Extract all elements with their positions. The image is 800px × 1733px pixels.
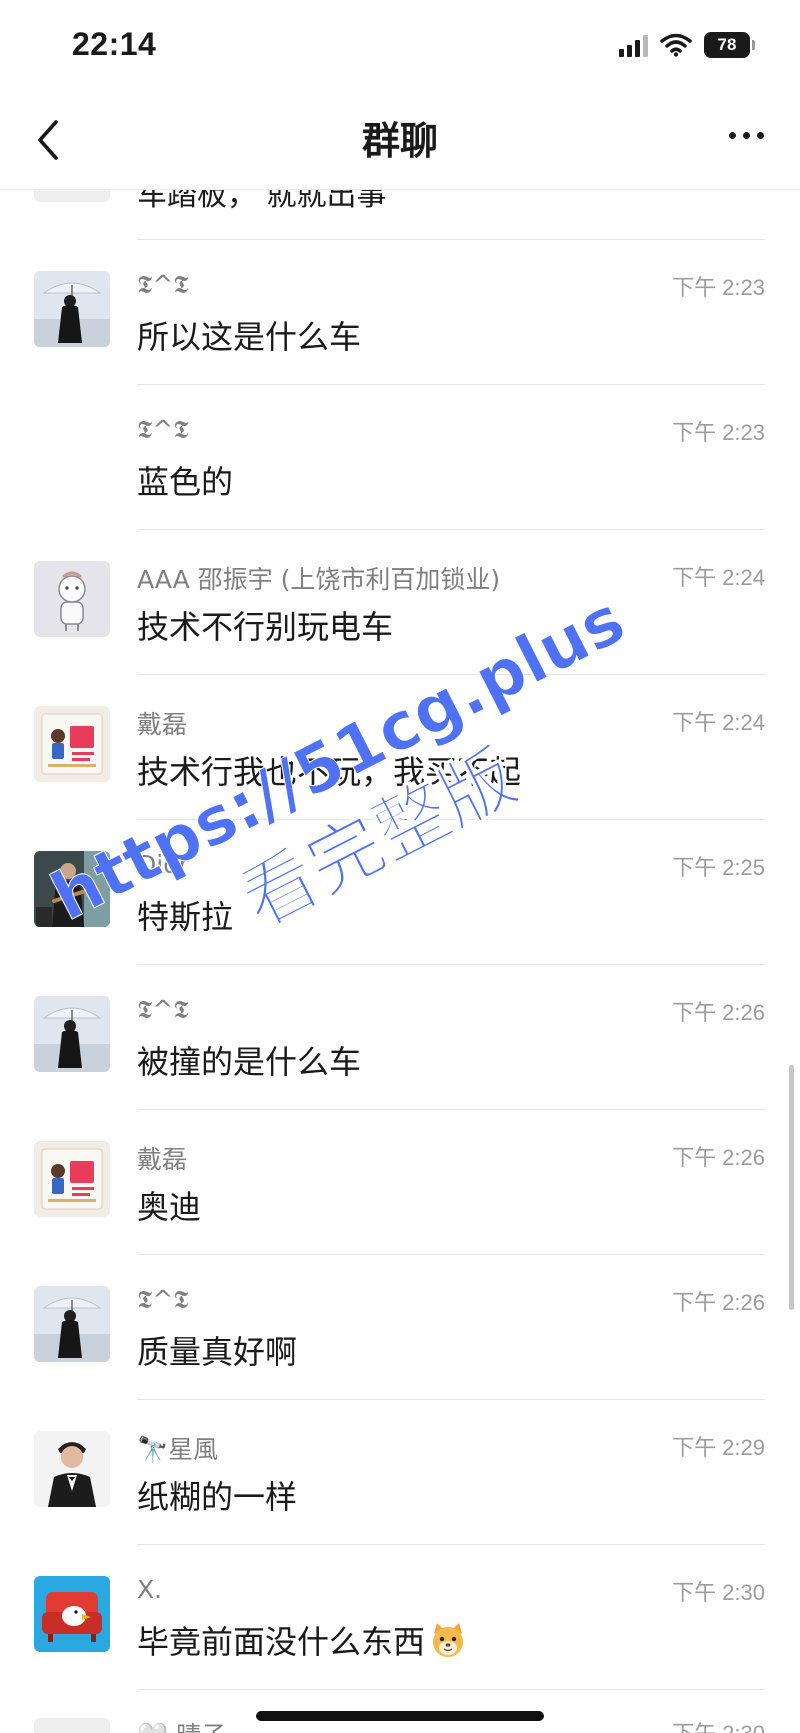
chat-screen: 22:14 78 群聊 车踏板， 就就出事 𝕿^𝕿 下午 2:23 所以这是什么车 𝕿… — [0, 0, 800, 1733]
sender-name: X. — [137, 1575, 163, 1604]
status-time: 22:14 — [72, 26, 157, 62]
message-list[interactable]: 车踏板， 就就出事 𝕿^𝕿 下午 2:23 所以这是什么车 𝕿^𝕿 下午 2:23 蓝色的… — [0, 150, 800, 1733]
message-time: 下午 2:30 — [672, 1716, 765, 1733]
message-time: 下午 2:26 — [672, 1000, 765, 1025]
message-bubble[interactable]: 特斯拉 — [137, 892, 233, 938]
message-time: 下午 2:24 — [672, 710, 765, 735]
sender-name: Dior — [137, 850, 189, 879]
message-bubble[interactable]: 奥迪 — [137, 1182, 201, 1228]
avatar-suit-man[interactable] — [34, 1431, 110, 1507]
message-time: 下午 2:26 — [672, 1290, 765, 1315]
message-time: 下午 2:30 — [672, 1580, 765, 1605]
message-bubble[interactable]: 被撞的是什么车 — [137, 1037, 361, 1083]
sender-name: 戴磊 — [137, 1145, 188, 1174]
avatar-umbrella-girl[interactable] — [34, 1286, 110, 1362]
sender-name: 🤍 晴子 — [137, 1716, 226, 1733]
message-time: 下午 2:23 — [672, 420, 765, 445]
message-row[interactable]: 戴磊 下午 2:24 技术行我也不玩，我买不起 — [0, 675, 800, 820]
battery-level: 78 — [717, 35, 737, 54]
battery-icon: 78 — [704, 32, 755, 58]
message-text: 质量真好啊 — [137, 1333, 298, 1371]
scrollbar[interactable] — [789, 1065, 794, 1310]
cellular-signal-icon — [619, 33, 648, 57]
avatar-umbrella-girl[interactable] — [34, 271, 110, 347]
message-row[interactable]: 𝕿^𝕿 下午 2:23 所以这是什么车 — [0, 240, 800, 385]
cat-face-icon — [433, 1623, 464, 1657]
message-time: 下午 2:24 — [672, 565, 765, 590]
message-bubble[interactable]: 技术不行别玩电车 — [137, 602, 393, 648]
message-time: 下午 2:26 — [672, 1145, 765, 1170]
message-bubble[interactable]: 所以这是什么车 — [137, 312, 361, 358]
avatar-dai-card[interactable] — [34, 706, 110, 782]
wifi-icon — [660, 33, 692, 57]
home-indicator[interactable] — [256, 1711, 544, 1721]
sender-name: 𝕿^𝕿 — [137, 415, 189, 444]
message-row[interactable]: Dior 下午 2:25 特斯拉 — [0, 820, 800, 965]
message-row[interactable]: 𝕿^𝕿 下午 2:23 蓝色的 — [0, 385, 800, 530]
message-bubble[interactable]: 蓝色的 — [137, 457, 233, 503]
page-title: 群聊 — [361, 119, 438, 163]
sender-name: 🔭星風 — [137, 1435, 219, 1464]
sender-name: AAA 邵振宇 (上饶市利百加锁业) — [137, 565, 501, 594]
message-text: 毕竟前面没什么东西 — [137, 1623, 426, 1661]
sender-name: 戴磊 — [137, 710, 188, 739]
message-bubble[interactable]: 技术行我也不玩，我买不起 — [137, 747, 521, 793]
sender-name: 𝕿^𝕿 — [137, 995, 189, 1024]
message-time: 下午 2:23 — [672, 275, 765, 300]
message-text: 所以这是什么车 — [137, 318, 362, 356]
sender-name: 𝕿^𝕿 — [137, 1285, 189, 1314]
more-options-icon[interactable] — [729, 132, 764, 139]
message-row[interactable]: 𝕿^𝕿 下午 2:26 被撞的是什么车 — [0, 965, 800, 1110]
message-bubble[interactable]: 毕竟前面没什么东西 — [137, 1617, 468, 1663]
message-text: 特斯拉 — [137, 898, 234, 936]
avatar-cartoon-boy[interactable] — [34, 561, 110, 637]
message-text: 纸糊的一样 — [137, 1478, 298, 1516]
message-bubble[interactable]: 质量真好啊 — [137, 1327, 297, 1373]
message-row[interactable]: 戴磊 下午 2:26 奥迪 — [0, 1110, 800, 1255]
message-text: 技术行我也不玩，我买不起 — [137, 753, 522, 791]
message-text: 奥迪 — [137, 1188, 202, 1226]
nav-bar: 群聊 — [0, 90, 800, 190]
message-time: 下午 2:25 — [672, 855, 765, 880]
avatar-red-sofa[interactable] — [34, 1576, 110, 1652]
message-time: 下午 2:29 — [672, 1435, 765, 1460]
avatar — [34, 1718, 110, 1733]
message-bubble[interactable]: 纸糊的一样 — [137, 1472, 297, 1518]
status-icons: 78 — [619, 30, 755, 60]
message-text: 蓝色的 — [137, 463, 234, 501]
message-text: 被撞的是什么车 — [137, 1043, 362, 1081]
message-row[interactable]: 🔭星風 下午 2:29 纸糊的一样 — [0, 1400, 800, 1545]
sender-name: 𝕿^𝕿 — [137, 270, 189, 299]
avatar-guitar-man[interactable] — [34, 851, 110, 927]
message-row[interactable]: X. 下午 2:30 毕竟前面没什么东西 — [0, 1545, 800, 1690]
message-text: 技术不行别玩电车 — [137, 608, 394, 646]
status-bar: 22:14 78 — [0, 0, 800, 90]
avatar-dai-card[interactable] — [34, 1141, 110, 1217]
message-row[interactable]: 𝕿^𝕿 下午 2:26 质量真好啊 — [0, 1255, 800, 1400]
message-row[interactable]: AAA 邵振宇 (上饶市利百加锁业) 下午 2:24 技术不行别玩电车 — [0, 530, 800, 675]
avatar-umbrella-girl[interactable] — [34, 996, 110, 1072]
